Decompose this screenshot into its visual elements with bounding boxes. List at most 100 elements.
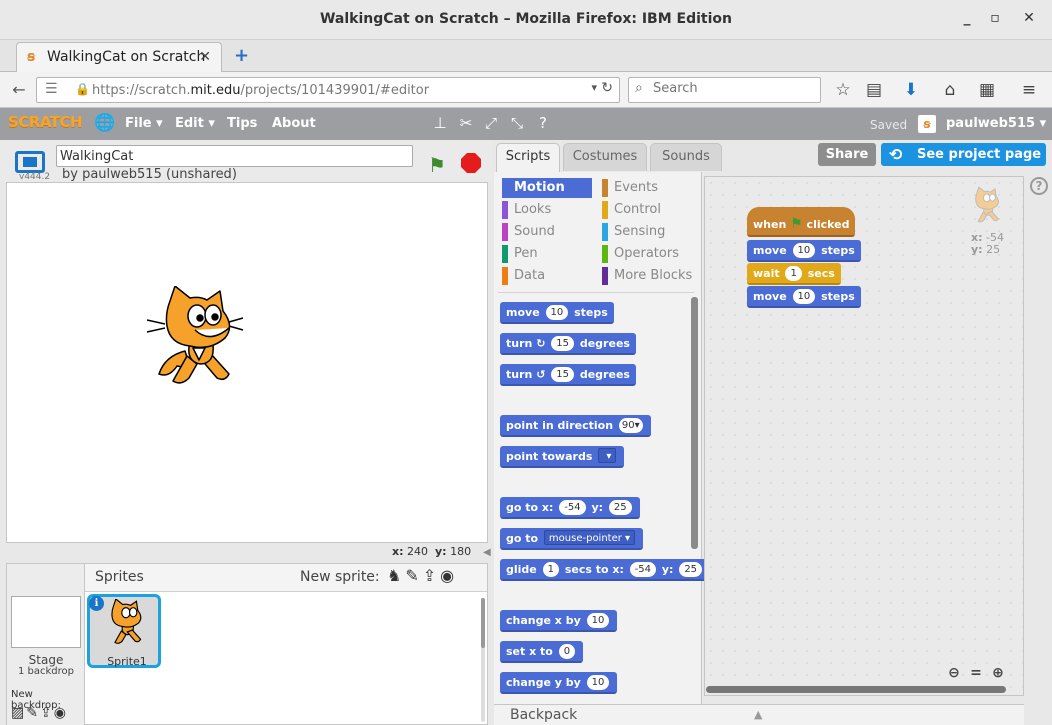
search-bar[interactable]: ⌕ (628, 77, 821, 103)
category-data[interactable]: Data (502, 266, 592, 286)
stage-canvas[interactable] (6, 182, 488, 543)
zoom-reset-icon[interactable]: = (966, 665, 986, 681)
menu-edit[interactable]: Edit ▾ (175, 116, 215, 131)
close-window-icon[interactable]: ✕ (1020, 10, 1038, 28)
downloads-icon[interactable]: ⬇ (899, 80, 923, 100)
point-towards-dropdown[interactable]: ▾ (598, 448, 617, 463)
lock-icon[interactable]: 🔒 (75, 82, 90, 96)
menu-about[interactable]: About (272, 116, 316, 131)
category-events[interactable]: Events (602, 178, 692, 198)
share-button[interactable]: Share (818, 143, 876, 166)
url-bar[interactable]: ☰ 🔒 https://scratch.mit.edu/projects/101… (36, 77, 620, 103)
shrink-icon[interactable]: ⤡ (508, 114, 526, 132)
paint-sprite-icon[interactable]: ✎ (405, 566, 422, 585)
block-go-to[interactable]: go to mouse-pointer ▾ (500, 528, 644, 550)
hamburger-menu-icon[interactable]: ≡ (1017, 80, 1041, 100)
scratch-menubar: SCRATCH 🌐 File ▾ Edit ▾ Tips About ⊥ ✂ ⤢… (0, 108, 1052, 140)
block-turn-left[interactable]: turn ↺ 15 degrees (500, 364, 636, 386)
category-more-blocks[interactable]: More Blocks (602, 266, 698, 286)
sprite-list-scrollbar[interactable] (481, 598, 485, 722)
category-control[interactable]: Control (602, 200, 692, 220)
category-motion[interactable]: Motion (502, 178, 592, 198)
back-icon[interactable]: ← (4, 76, 34, 104)
apps-grid-icon[interactable]: ▦ (975, 80, 999, 100)
menu-tips[interactable]: Tips (227, 116, 257, 131)
cat-sprite-icon[interactable] (145, 286, 245, 391)
bookmark-star-icon[interactable]: ☆ (831, 80, 855, 100)
close-tab-icon[interactable]: ✕ (199, 49, 211, 65)
tab-sounds[interactable]: Sounds (650, 143, 722, 171)
block-go-to-xy[interactable]: go to x: -54 y: 25 (500, 497, 640, 519)
block-glide[interactable]: glide 1 secs to x: -54 y: 25 (500, 559, 711, 581)
green-flag-icon[interactable]: ⚑ (428, 153, 446, 177)
search-input[interactable] (653, 81, 813, 96)
script-when-flag-clicked[interactable]: when ⚑ clicked (747, 207, 856, 237)
scripts-horizontal-scrollbar[interactable] (706, 686, 1006, 693)
script-move-1[interactable]: move 10 steps (747, 240, 861, 262)
backpack-bar[interactable]: Backpack ▲ (494, 704, 1024, 725)
block-change-x[interactable]: change x by 10 (500, 610, 618, 632)
project-byline: by paulweb515 (unshared) (62, 167, 237, 182)
url-dropdown-icon[interactable]: ▾ (591, 81, 597, 94)
delete-scissors-icon[interactable]: ✂ (457, 114, 475, 132)
block-point-towards[interactable]: point towards ▾ (500, 446, 625, 468)
zoom-in-icon[interactable]: ⊕ (988, 665, 1008, 681)
block-turn-right[interactable]: turn ↻ 15 degrees (500, 333, 636, 355)
zoom-controls: ⊖ = ⊕ (940, 665, 1012, 685)
paint-backdrop-icon[interactable]: ▨ (11, 705, 26, 721)
category-operators[interactable]: Operators (602, 244, 692, 264)
category-sound[interactable]: Sound (502, 222, 592, 242)
stage-header: v444.2 by paulweb515 (unshared) ⚑ (0, 140, 492, 182)
see-project-page-button[interactable]: ⟲ See project page (881, 143, 1046, 166)
tab-costumes[interactable]: Costumes (563, 143, 647, 171)
palette-scrollbar[interactable] (691, 297, 698, 702)
block-move[interactable]: move 10 steps (500, 302, 614, 324)
block-point-in-direction[interactable]: point in direction 90▾ (500, 415, 651, 437)
language-globe-icon[interactable]: 🌐 (94, 113, 115, 133)
splitter-left-arrow-icon[interactable]: ◀ (483, 547, 491, 558)
tab-scripts[interactable]: Scripts (496, 143, 560, 173)
sprite-thumbnail[interactable]: i Sprite1 (87, 594, 161, 668)
reading-list-icon[interactable]: ▤ (862, 80, 886, 100)
zoom-out-icon[interactable]: ⊖ (944, 665, 964, 681)
project-page-icon: ⟲ (889, 145, 903, 164)
project-title-input[interactable] (56, 145, 413, 167)
upload-backdrop-icon[interactable]: ⇪ (40, 705, 54, 721)
stage-column: Stage 1 backdrop New backdrop: ▨✎⇪◉ (7, 564, 85, 725)
brush-backdrop-icon[interactable]: ✎ (26, 705, 40, 721)
browser-tab[interactable]: ꞩ WalkingCat on Scratch ✕ (16, 42, 222, 73)
library-sprite-icon[interactable]: ♞ (387, 566, 405, 585)
block-help-icon[interactable]: ? (534, 114, 552, 132)
menu-file[interactable]: File ▾ (125, 116, 163, 131)
palette-divider (498, 292, 694, 293)
rotate-ccw-icon: ↺ (536, 368, 546, 381)
maximize-icon[interactable]: ▫ (986, 10, 1004, 28)
history-icon[interactable]: ☰ (45, 81, 58, 97)
new-tab-icon[interactable]: + (234, 45, 249, 66)
stop-sign-icon[interactable] (461, 153, 481, 173)
block-set-x[interactable]: set x to 0 (500, 641, 584, 663)
duplicate-stamp-icon[interactable]: ⊥ (431, 114, 449, 132)
category-looks[interactable]: Looks (502, 200, 592, 220)
reload-icon[interactable]: ↻ (601, 80, 613, 96)
category-sensing[interactable]: Sensing (602, 222, 692, 242)
navigation-bar: ← ☰ 🔒 https://scratch.mit.edu/projects/1… (0, 72, 1052, 108)
camera-sprite-icon[interactable]: ◉ (440, 566, 458, 585)
upload-sprite-icon[interactable]: ⇪ (423, 566, 440, 585)
home-icon[interactable]: ⌂ (938, 80, 962, 100)
scratch-logo[interactable]: SCRATCH (8, 113, 83, 131)
help-icon[interactable]: ? (1030, 177, 1048, 195)
backpack-expand-icon[interactable]: ▲ (754, 708, 762, 721)
camera-backdrop-icon[interactable]: ◉ (54, 705, 68, 721)
window-title: WalkingCat on Scratch – Mozilla Firefox:… (319, 11, 732, 27)
block-change-y[interactable]: change y by 10 (500, 672, 618, 694)
grow-icon[interactable]: ⤢ (482, 114, 500, 132)
script-move-2[interactable]: move 10 steps (747, 286, 861, 308)
user-avatar[interactable]: ꞩ (918, 115, 936, 133)
stage-thumbnail[interactable] (11, 596, 81, 648)
fullscreen-icon[interactable] (15, 151, 45, 173)
script-wait[interactable]: wait 1 secs (747, 263, 841, 285)
user-menu[interactable]: paulweb515 ▾ (946, 116, 1046, 131)
category-pen[interactable]: Pen (502, 244, 592, 264)
minimize-icon[interactable]: _ (958, 10, 976, 28)
